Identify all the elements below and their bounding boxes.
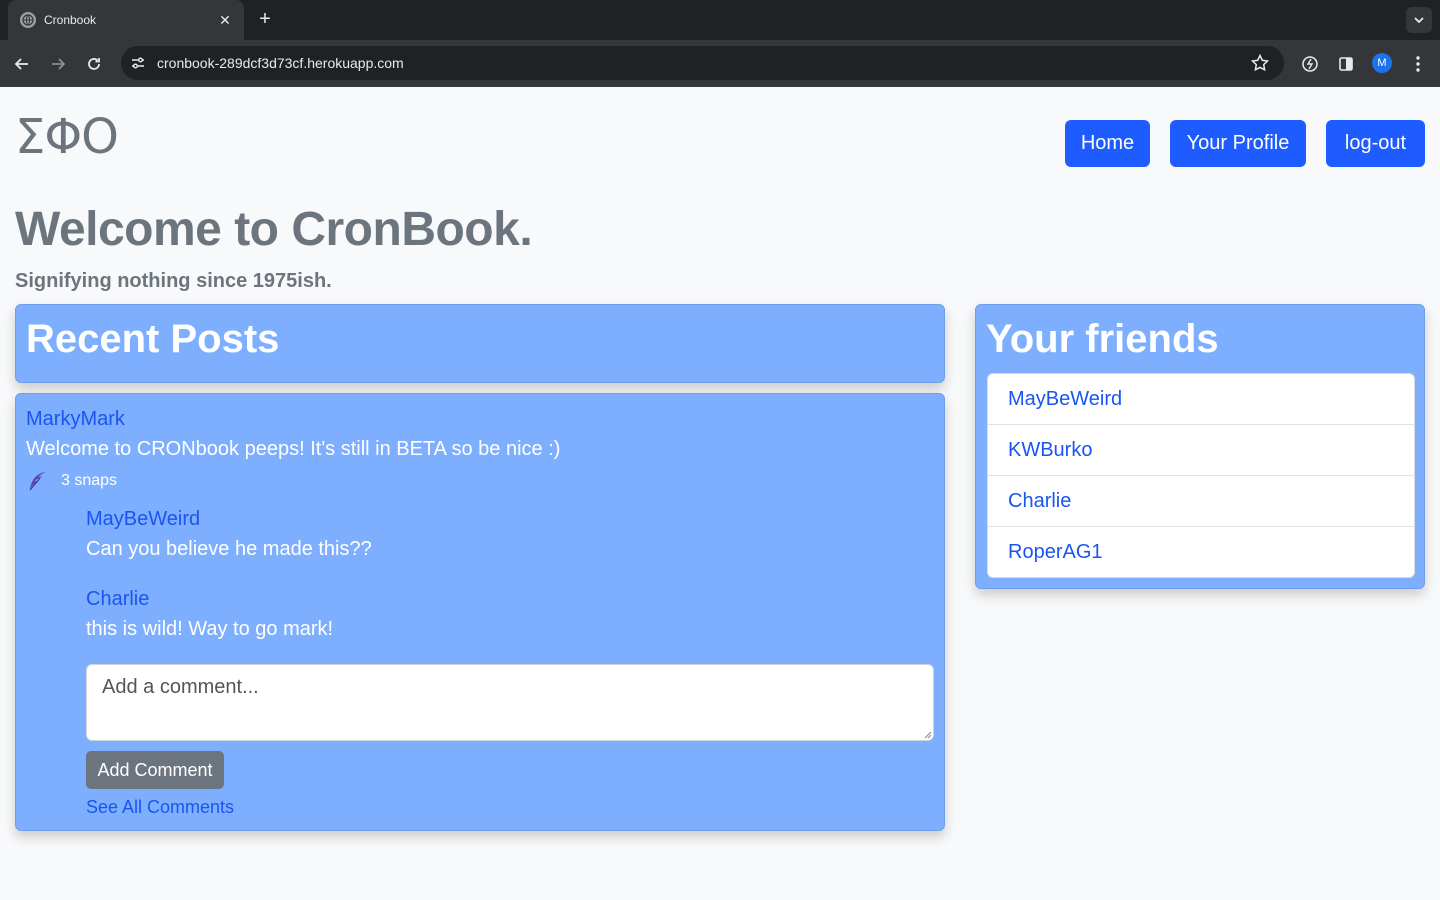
resize-handle-icon[interactable] [924, 731, 932, 739]
comment-author-link[interactable]: Charlie [86, 588, 149, 611]
snaps-count: 3 snaps [61, 472, 118, 489]
comment-text: Can you believe he made this?? [86, 538, 372, 560]
page-title: Welcome to CronBook. [15, 203, 533, 256]
friend-item[interactable]: Charlie [988, 476, 1414, 527]
recent-posts-header-card: Recent Posts [15, 304, 945, 383]
add-comment-button[interactable]: Add Comment [86, 751, 224, 789]
feather-snap-icon[interactable] [26, 469, 50, 493]
friends-card: Your friends MayBeWeird KWBurko Charlie … [975, 304, 1425, 589]
browser-tab[interactable]: Cronbook ✕ [8, 0, 244, 40]
post-author-link[interactable]: MarkyMark [26, 408, 125, 431]
globe-icon [20, 12, 36, 28]
friends-list: MayBeWeird KWBurko Charlie RoperAG1 [987, 373, 1415, 578]
reload-button[interactable] [82, 52, 106, 76]
see-all-comments-link[interactable]: See All Comments [86, 797, 234, 818]
reload-icon [88, 58, 100, 70]
chevron-down-icon [1414, 17, 1424, 24]
comment-text: this is wild! Way to go mark! [86, 618, 334, 640]
add-comment-textarea[interactable]: Add a comment... [86, 664, 934, 741]
tab-search-button[interactable] [1406, 7, 1432, 33]
menu-kebab-icon[interactable] [1406, 52, 1430, 76]
snaps-row: 3 snaps [26, 469, 117, 493]
new-tab-button[interactable]: + [254, 8, 276, 32]
back-button[interactable] [10, 52, 34, 76]
arrow-left-icon [14, 58, 28, 70]
site-settings-icon[interactable] [129, 54, 147, 72]
arrow-right-icon [52, 58, 66, 70]
side-panel-icon[interactable] [1334, 52, 1358, 76]
friend-item[interactable]: RoperAG1 [988, 527, 1414, 577]
close-tab-icon[interactable]: ✕ [216, 12, 234, 29]
page-content: ΣΦΟ Home Your Profile log-out Welcome to… [0, 87, 1440, 900]
home-button[interactable]: Home [1065, 120, 1150, 167]
logout-button[interactable]: log-out [1326, 120, 1425, 167]
post-card: MarkyMark Welcome to CRONbook peeps! It'… [15, 393, 945, 831]
extension-icon[interactable] [1298, 52, 1322, 76]
browser-toolbar: cronbook-289dcf3d73cf.herokuapp.com [0, 40, 1440, 87]
forward-button[interactable] [46, 52, 70, 76]
page-subtitle: Signifying nothing since 1975ish. [15, 270, 332, 292]
tab-title: Cronbook [44, 13, 97, 27]
comment-author-link[interactable]: MayBeWeird [86, 508, 200, 531]
friend-link[interactable]: MayBeWeird [1008, 388, 1122, 411]
bookmark-star-icon[interactable] [1250, 53, 1270, 73]
recent-posts-heading: Recent Posts [26, 317, 280, 361]
friend-link[interactable]: KWBurko [1008, 439, 1092, 462]
friend-item[interactable]: KWBurko [988, 425, 1414, 476]
profile-avatar[interactable]: M [1372, 53, 1392, 73]
your-profile-button[interactable]: Your Profile [1170, 120, 1306, 167]
friend-link[interactable]: Charlie [1008, 490, 1071, 513]
friend-item[interactable]: MayBeWeird [988, 374, 1414, 425]
post-text: Welcome to CRONbook peeps! It's still in… [26, 438, 561, 460]
friends-heading: Your friends [986, 317, 1219, 361]
url-text: cronbook-289dcf3d73cf.herokuapp.com [157, 55, 404, 71]
browser-tab-bar: Cronbook ✕ + [0, 0, 1440, 40]
site-logo[interactable]: ΣΦΟ [15, 109, 119, 165]
friend-link[interactable]: RoperAG1 [1008, 541, 1103, 564]
address-bar[interactable]: cronbook-289dcf3d73cf.herokuapp.com [121, 46, 1284, 80]
